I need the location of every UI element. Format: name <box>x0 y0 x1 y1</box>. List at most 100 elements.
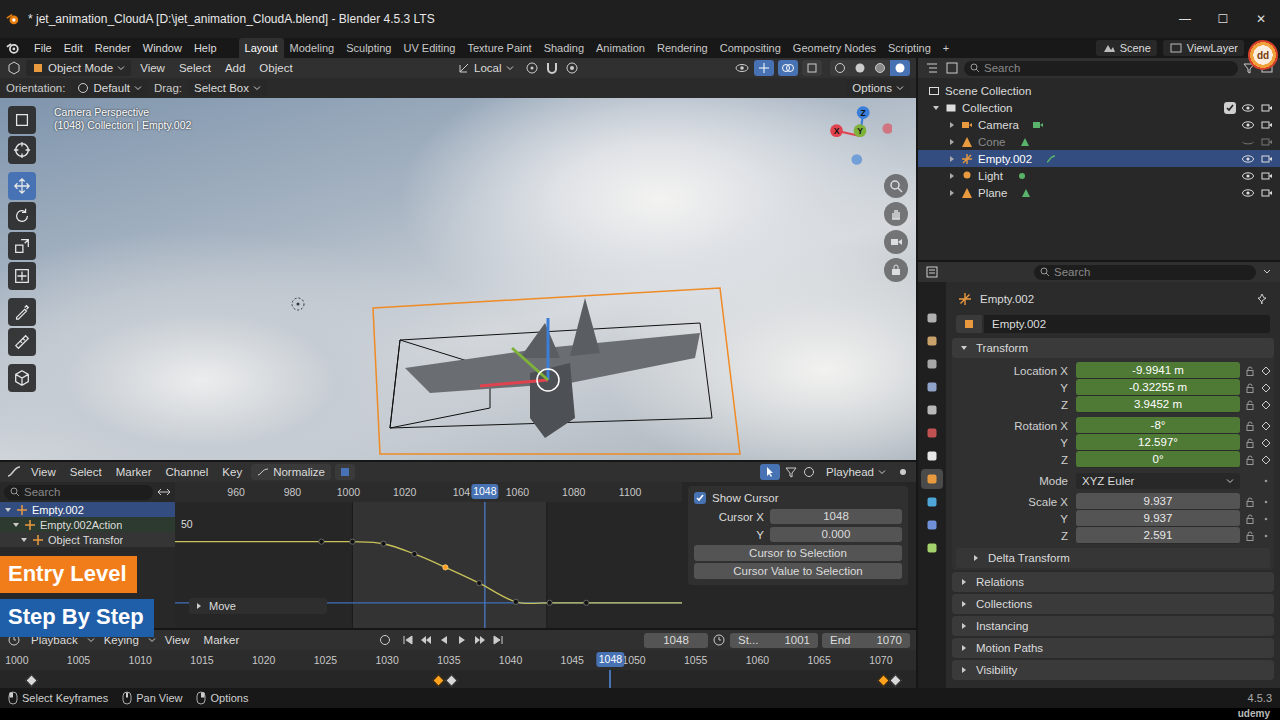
keyframe-decorator-icon[interactable] <box>1260 513 1272 525</box>
lock-icon[interactable] <box>1244 420 1256 432</box>
keyframe-decorator-icon[interactable] <box>1260 530 1272 542</box>
property-field[interactable]: -0.32255 m <box>1076 379 1240 396</box>
window-control-button[interactable]: ✕ <box>1242 12 1280 26</box>
keyframe-decorator-icon[interactable] <box>1260 382 1272 394</box>
tool-button[interactable] <box>8 106 36 134</box>
keyframe-decorator-icon[interactable] <box>1260 437 1272 449</box>
tool-button[interactable] <box>8 172 36 200</box>
properties-tab[interactable] <box>921 400 943 420</box>
keyframe-diamond[interactable] <box>889 674 902 687</box>
timeline-menu-item[interactable]: Marker <box>199 634 245 646</box>
cursor-button[interactable]: Cursor to Selection <box>694 545 902 561</box>
proportional-edit-icon[interactable] <box>564 60 580 76</box>
panel-header[interactable]: Instancing <box>952 616 1274 636</box>
timeline-current-frame[interactable]: 1048 <box>597 652 624 667</box>
expand-arrow-icon[interactable] <box>12 521 20 529</box>
menu-item[interactable]: Help <box>188 42 223 54</box>
select-tool-button[interactable] <box>760 464 780 480</box>
channel-search-field[interactable]: Search <box>4 485 153 500</box>
object-data-icon[interactable] <box>1016 170 1028 182</box>
properties-search-field[interactable]: Search <box>1034 265 1256 280</box>
tool-button[interactable] <box>8 364 36 392</box>
properties-tab[interactable] <box>921 423 943 443</box>
keyframe-diamond[interactable] <box>445 674 458 687</box>
eye-icon[interactable] <box>1241 135 1255 149</box>
channel-row[interactable]: Empty.002Action <box>0 517 175 532</box>
lock-icon[interactable] <box>1244 399 1256 411</box>
render-camera-icon[interactable] <box>1260 169 1274 183</box>
eye-icon[interactable] <box>1241 101 1255 115</box>
tool-button[interactable] <box>8 328 36 356</box>
panel-header[interactable]: Collections <box>952 594 1274 614</box>
keyframe-decorator-icon[interactable] <box>1260 496 1272 508</box>
frame-ruler[interactable]: 960980100010201041060108011001048 <box>175 482 682 502</box>
curve-plot[interactable]: 50Move <box>175 502 682 628</box>
datablock-name-field[interactable]: Empty.002 <box>984 315 1270 333</box>
viewport-menu-item[interactable]: Select <box>174 62 216 74</box>
workspace-tab[interactable]: Shading <box>538 38 590 58</box>
visibility-icon[interactable] <box>734 60 750 76</box>
properties-tab[interactable] <box>921 492 943 512</box>
lock-icon[interactable] <box>1244 365 1256 377</box>
workspace-tab[interactable]: Rendering <box>651 38 714 58</box>
workspace-tab[interactable]: Geometry Nodes <box>787 38 882 58</box>
properties-editor-icon[interactable] <box>924 264 940 280</box>
graph-menu-item[interactable]: Marker <box>111 466 157 478</box>
zoom-button[interactable] <box>884 174 908 198</box>
tool-button[interactable] <box>8 136 36 164</box>
property-field[interactable]: 0° <box>1076 451 1240 468</box>
proportional-icon[interactable] <box>802 465 816 479</box>
menu-item[interactable]: File <box>28 42 58 54</box>
lock-icon[interactable] <box>1244 530 1256 542</box>
navigation-gizmo[interactable]: XYZ <box>828 104 892 168</box>
transform-panel-header[interactable]: Transform <box>952 338 1274 358</box>
window-control-button[interactable]: ☐ <box>1204 12 1242 26</box>
render-camera-icon[interactable] <box>1260 186 1274 200</box>
tool-button[interactable] <box>8 202 36 230</box>
outliner-item[interactable]: Plane <box>918 184 1280 201</box>
keyframe-decorator-icon[interactable] <box>1260 475 1272 487</box>
prev-keyframe-icon[interactable] <box>420 634 432 646</box>
timeline-ruler[interactable]: 1000100510101015102010251030103510401045… <box>0 650 916 670</box>
rendered-shading-button[interactable] <box>890 60 910 76</box>
viewport-menu-item[interactable]: Object <box>254 62 297 74</box>
show-cursor-checkbox[interactable] <box>694 492 706 504</box>
outliner-search-field[interactable]: Search <box>964 61 1238 76</box>
pivot-dropdown[interactable]: Playhead <box>820 464 892 480</box>
keyframe-point[interactable] <box>513 599 518 604</box>
collapsed-arrow-icon[interactable] <box>948 189 956 197</box>
xray-toggle[interactable] <box>802 60 822 76</box>
orientation-dropdown[interactable]: Default <box>71 80 147 96</box>
editor-type-icon[interactable] <box>6 60 22 76</box>
jet-model[interactable] <box>370 278 750 458</box>
tool-button[interactable] <box>8 232 36 260</box>
render-camera-icon[interactable] <box>1260 118 1274 132</box>
snap-icon[interactable] <box>544 60 560 76</box>
property-field[interactable]: 9.937 <box>1076 493 1240 510</box>
keyframe-diamond[interactable] <box>877 674 890 687</box>
expand-arrow-icon[interactable] <box>4 506 12 514</box>
lock-icon[interactable] <box>1244 454 1256 466</box>
collapsed-arrow-icon[interactable] <box>948 172 956 180</box>
jump-start-icon[interactable] <box>402 634 414 646</box>
jump-end-icon[interactable] <box>492 634 504 646</box>
object-data-icon[interactable] <box>1045 153 1057 165</box>
snap-icon[interactable] <box>896 465 910 479</box>
camera-view-button[interactable] <box>884 230 908 254</box>
eye-icon[interactable] <box>1241 152 1255 166</box>
blender-menu-icon[interactable] <box>6 41 20 55</box>
keyframe-point[interactable] <box>547 600 552 605</box>
timeline-keyframes[interactable] <box>0 670 916 688</box>
eye-icon[interactable] <box>1241 118 1255 132</box>
properties-tab[interactable] <box>921 469 943 489</box>
keyframe-point[interactable] <box>381 541 386 546</box>
panel-header[interactable]: Motion Paths <box>952 638 1274 658</box>
workspace-tab[interactable]: Modeling <box>284 38 341 58</box>
collection-row[interactable]: Collection <box>918 99 1280 116</box>
keyframe-decorator-icon[interactable] <box>1260 365 1272 377</box>
lock-icon[interactable] <box>1244 437 1256 449</box>
filter-icon[interactable] <box>784 465 798 479</box>
last-operator-panel[interactable]: Move <box>189 598 327 614</box>
outliner-item[interactable]: Cone <box>918 133 1280 150</box>
view-layer-selector[interactable]: ViewLayer <box>1163 40 1244 56</box>
